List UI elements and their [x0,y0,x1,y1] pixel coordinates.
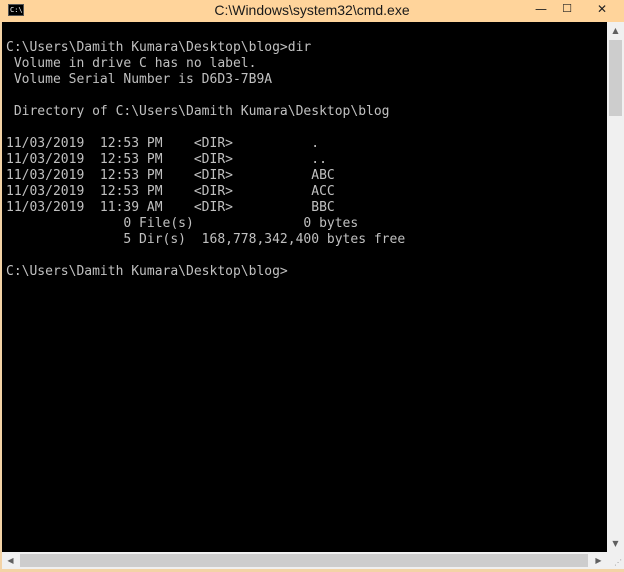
scroll-down-icon[interactable]: ▼ [607,535,624,552]
console-line: 11/03/2019 12:53 PM <DIR> . [6,136,320,151]
cmd-window: C:\ C:\Windows\system32\cmd.exe — ☐ ✕ C:… [0,0,624,572]
vertical-scrollbar[interactable]: ▲ ▼ [607,22,624,552]
console-line: C:\Users\Damith Kumara\Desktop\blog>dir [6,40,312,55]
resize-grip-icon[interactable]: ⋰ [614,558,622,567]
horizontal-scroll-thumb[interactable] [20,554,588,567]
console-line: 0 File(s) 0 bytes [6,216,359,231]
title-bar[interactable]: C:\ C:\Windows\system32\cmd.exe — ☐ ✕ [0,0,624,22]
console-line: Volume Serial Number is D6D3-7B9A [6,72,273,87]
console-output[interactable]: C:\Users\Damith Kumara\Desktop\blog>dir … [2,22,607,552]
scroll-up-icon[interactable]: ▲ [607,22,624,39]
console-line: Volume in drive C has no label. [6,56,257,71]
close-button[interactable]: ✕ [580,0,624,20]
scroll-left-icon[interactable]: ◀ [2,552,19,569]
cmd-app-icon[interactable]: C:\ [8,4,24,16]
resize-corner[interactable]: ⋰ [607,552,624,569]
console-prompt-line: C:\Users\Damith Kumara\Desktop\blog> [6,264,288,279]
console-line: 11/03/2019 11:39 AM <DIR> BBC [6,200,335,215]
scroll-right-icon[interactable]: ▶ [590,552,607,569]
minimize-button[interactable]: — [528,0,554,20]
horizontal-scrollbar[interactable]: ◀ ▶ [2,552,607,569]
console-line: 11/03/2019 12:53 PM <DIR> ABC [6,168,335,183]
console-line: 11/03/2019 12:53 PM <DIR> ACC [6,184,335,199]
vertical-scroll-thumb[interactable] [609,40,622,116]
console-line: 5 Dir(s) 168,778,342,400 bytes free [6,232,406,247]
console-line: Directory of C:\Users\Damith Kumara\Desk… [6,104,390,119]
maximize-button[interactable]: ☐ [554,0,580,20]
window-title: C:\Windows\system32\cmd.exe [214,2,410,18]
console-line: 11/03/2019 12:53 PM <DIR> .. [6,152,327,167]
